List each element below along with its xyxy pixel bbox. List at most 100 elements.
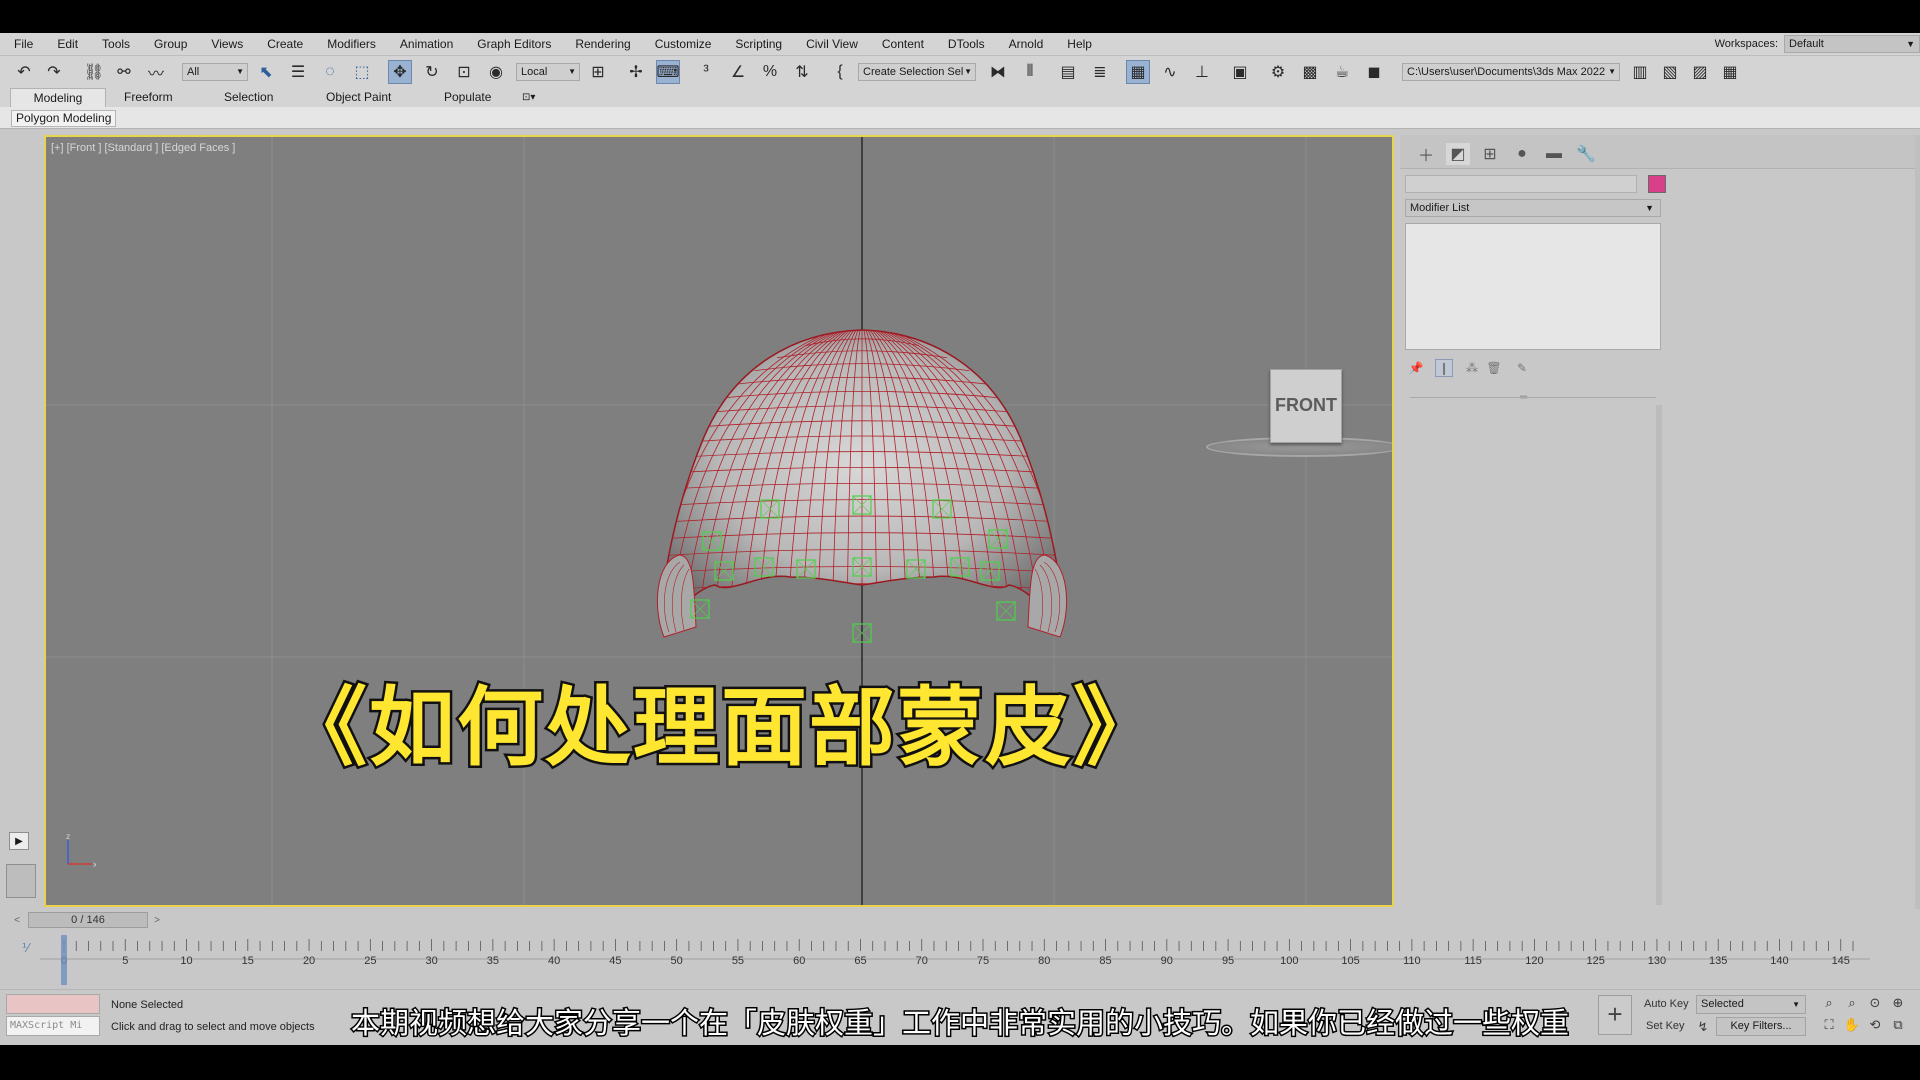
menu-edit[interactable]: Edit (45, 33, 90, 55)
front-viewport[interactable]: [+] [Front ] [Standard ] [Edged Faces ] … (44, 135, 1394, 907)
link-icon[interactable]: ⛓ (82, 60, 106, 84)
command-panel-scrollbar[interactable] (1656, 405, 1662, 905)
select-by-name-icon[interactable]: ☰ (286, 60, 310, 84)
pin-stack-icon[interactable]: 📌 (1407, 359, 1425, 377)
modify-tab-icon[interactable]: ◩ (1446, 143, 1470, 165)
reference-coordinate-dropdown[interactable]: Local ▼ (516, 63, 580, 81)
bind-spacewarp-icon[interactable]: 〰 (144, 60, 168, 84)
dope-sheet-icon[interactable]: ⊥ (1190, 60, 1214, 84)
tab-freeform[interactable]: Freeform (114, 88, 183, 107)
time-slider-handle[interactable]: 0 / 146 (28, 912, 148, 928)
menu-create[interactable]: Create (255, 33, 315, 55)
align-icon[interactable]: ⫴ (1018, 60, 1042, 84)
show-end-result-icon[interactable]: ❙ (1435, 359, 1453, 377)
modifier-stack[interactable] (1405, 223, 1661, 350)
render-production-icon[interactable]: ☕ (1330, 60, 1354, 84)
render-setup-icon[interactable]: ⚙ (1266, 60, 1290, 84)
curve-editor-icon[interactable]: ∿ (1158, 60, 1182, 84)
menu-content[interactable]: Content (870, 33, 936, 55)
layer-explorer-icon[interactable]: ≣ (1088, 60, 1112, 84)
motion-tab-icon[interactable]: ● (1510, 143, 1534, 165)
create-project-from-template-icon[interactable]: ▦ (1718, 60, 1742, 84)
frame-tick-label: 70 (916, 955, 928, 967)
workspace-dropdown[interactable]: Default ▼ (1784, 35, 1920, 53)
edit-named-selection-icon[interactable]: { (828, 60, 852, 84)
rendered-frame-window-icon[interactable]: ▩ (1298, 60, 1322, 84)
utilities-tab-wrench-icon[interactable]: 🔧 (1574, 143, 1598, 165)
current-frame-marker[interactable] (61, 935, 67, 985)
previous-frame-icon[interactable]: < (10, 912, 24, 928)
menu-rendering[interactable]: Rendering (563, 33, 642, 55)
select-and-place-icon[interactable]: ◉ (484, 60, 508, 84)
tab-modeling[interactable]: Modeling (10, 88, 106, 107)
material-editor-icon[interactable]: ▣ (1228, 60, 1252, 84)
3dsmax-window: File Edit Tools Group Views Create Modif… (0, 33, 1920, 1045)
project-folder-icon[interactable]: ▥ (1628, 60, 1652, 84)
menu-arnold[interactable]: Arnold (997, 33, 1056, 55)
create-project-icon[interactable]: ▨ (1688, 60, 1712, 84)
polygon-modeling-button[interactable]: Polygon Modeling (11, 110, 117, 127)
expand-layout-icon[interactable]: ▶ (9, 832, 29, 850)
menu-dtools[interactable]: DTools (936, 33, 997, 55)
make-unique-icon[interactable]: ⁂ (1463, 359, 1481, 377)
menu-views[interactable]: Views (199, 33, 255, 55)
menu-file[interactable]: File (0, 33, 45, 55)
render-in-cloud-icon[interactable]: ◼ (1362, 60, 1386, 84)
spinner-snap-icon[interactable]: ⇅ (790, 60, 814, 84)
percent-snap-icon[interactable]: % (758, 60, 782, 84)
selection-filter-dropdown[interactable]: All ▼ (182, 63, 248, 81)
angle-snap-icon[interactable]: ∠ (726, 60, 750, 84)
menu-tools[interactable]: Tools (90, 33, 142, 55)
menu-civil-view[interactable]: Civil View (794, 33, 870, 55)
viewcube[interactable]: FRONT (1270, 369, 1342, 443)
select-object-icon[interactable]: ⬉ (254, 60, 278, 84)
frame-tick-label: 145 (1832, 955, 1850, 967)
named-selection-dropdown[interactable]: Create Selection Sel ▼ (858, 63, 976, 81)
object-color-swatch[interactable] (1648, 175, 1666, 193)
reference-coordinate-value: Local (521, 66, 548, 78)
menu-group[interactable]: Group (142, 33, 199, 55)
select-and-rotate-icon[interactable]: ↻ (420, 60, 444, 84)
frame-tick-label: 80 (1038, 955, 1050, 967)
toggle-ribbon-icon[interactable]: ▦ (1126, 60, 1150, 84)
menu-customize[interactable]: Customize (643, 33, 724, 55)
menu-scripting[interactable]: Scripting (723, 33, 794, 55)
unlink-icon[interactable]: ⚯ (112, 60, 136, 84)
ribbon-options-icon[interactable]: ⊡▾ (512, 88, 545, 107)
tab-selection[interactable]: Selection (214, 88, 283, 107)
region-select-icon[interactable]: ◌ (318, 60, 342, 84)
scene-explorer-icon[interactable]: ▤ (1056, 60, 1080, 84)
menu-graph-editors[interactable]: Graph Editors (465, 33, 563, 55)
select-manipulate-icon[interactable]: ✢ (624, 60, 648, 84)
modifier-list-dropdown[interactable]: Modifier List ▼ (1405, 199, 1661, 217)
object-name-field[interactable] (1405, 175, 1637, 193)
snaps-toggle-icon[interactable]: ³ (694, 60, 718, 84)
undo-icon[interactable]: ↶ (12, 60, 36, 84)
pivot-center-icon[interactable]: ⊞ (586, 60, 610, 84)
ribbon-tabs: Modeling Freeform Selection Object Paint… (0, 87, 1920, 107)
configure-modifier-sets-icon[interactable]: ✎ (1513, 359, 1531, 377)
menu-modifiers[interactable]: Modifiers (315, 33, 388, 55)
remove-modifier-icon[interactable]: 🗑 (1485, 359, 1503, 377)
mirror-icon[interactable]: ⧓ (986, 60, 1010, 84)
menu-animation[interactable]: Animation (388, 33, 465, 55)
modifier-stack-tools: 📌 ❙ ⁂ 🗑 ✎ (1405, 357, 1661, 379)
create-tab-plus-icon[interactable]: ＋ (1414, 143, 1438, 165)
select-and-scale-icon[interactable]: ⊡ (452, 60, 476, 84)
project-folder-dropdown[interactable]: C:\Users\user\Documents\3ds Max 2022 ▼ (1402, 63, 1620, 81)
next-frame-icon[interactable]: > (150, 912, 164, 928)
track-bar[interactable]: ⅟ 05101520253035404550556065707580859095… (0, 931, 1920, 989)
tab-object-paint[interactable]: Object Paint (316, 88, 401, 107)
viewport-layout-thumbnail[interactable] (6, 864, 36, 898)
display-tab-icon[interactable]: ▬ (1542, 143, 1566, 165)
tab-populate[interactable]: Populate (434, 88, 501, 107)
window-crossing-icon[interactable]: ⬚ (350, 60, 374, 84)
redo-icon[interactable]: ↷ (42, 60, 66, 84)
track-ruler: 0510152025303540455055606570758085909510… (40, 935, 1870, 985)
set-project-icon[interactable]: ▧ (1658, 60, 1682, 84)
select-and-move-icon[interactable]: ✥ (388, 60, 412, 84)
hierarchy-tab-icon[interactable]: ⊞ (1478, 143, 1502, 165)
viewport-label[interactable]: [+] [Front ] [Standard ] [Edged Faces ] (51, 142, 235, 154)
menu-help[interactable]: Help (1055, 33, 1104, 55)
keyboard-shortcut-toggle-icon[interactable]: ⌨ (656, 60, 680, 84)
